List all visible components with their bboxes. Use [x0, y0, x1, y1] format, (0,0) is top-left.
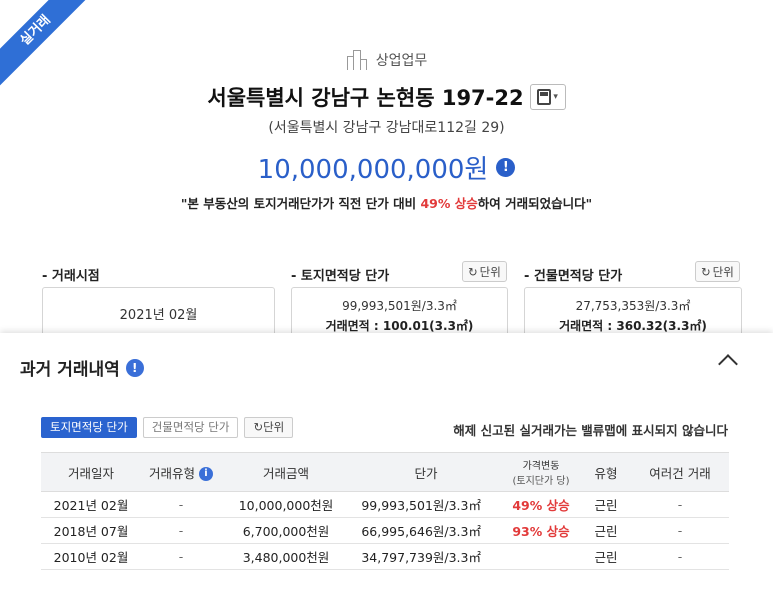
category-label: 상업업무 [375, 53, 428, 69]
cell-amount: 6,700,000천원 [221, 517, 351, 544]
col-date: 거래일자 [41, 452, 141, 492]
cell-multi: - [631, 517, 729, 544]
cell-amount: 10,000,000천원 [221, 491, 351, 518]
cell-kind: 근린 [581, 543, 631, 570]
road-address: (서울특별시 강남구 강남대로112길 29) [268, 120, 505, 136]
address-title: 서울특별시 강남구 논현동 197-22 [207, 86, 524, 110]
history-unit-button[interactable]: ↻단위 [244, 417, 294, 438]
col-trade-type-label: 거래유형 [148, 465, 195, 481]
cell-multi: - [631, 543, 729, 570]
trade-time-value: 2021년 02월 [119, 308, 198, 323]
land-unit-price: 99,993,501원/3.3㎡ [342, 299, 457, 313]
cell-multi: - [631, 491, 729, 518]
cell-type: - [141, 491, 221, 518]
history-title-row: 과거 거래내역 ! [20, 355, 144, 380]
col-multi: 여러건 거래 [631, 452, 729, 492]
cell-change: 93% 상승 [501, 517, 581, 544]
history-title: 과거 거래내역 [20, 360, 120, 380]
land-area: 거래면적 : 100.01(3.3㎡) [325, 319, 474, 333]
col-trade-type: 거래유형 i [141, 452, 221, 492]
col-price-change-sub: (토지단가 당) [512, 476, 570, 487]
col-kind: 유형 [581, 452, 631, 492]
table-header-row: 거래일자 거래유형 i 거래금액 단가 가격변동 (토지단가 당) 유형 여러건 … [41, 452, 729, 492]
land-unit-toggle-button[interactable]: ↻ 단위 [462, 261, 507, 282]
notice-suffix: 하여 거래되었습니다" [477, 196, 593, 211]
building-icon [346, 50, 368, 70]
category-row: 상업업무 [0, 50, 773, 70]
refresh-icon: ↻ [253, 420, 264, 434]
cell-date: 2018년 07월 [41, 517, 141, 544]
table-row[interactable]: 2018년 07월 - 6,700,000천원 66,995,646원/3.3㎡… [41, 517, 729, 544]
address-row: 서울특별시 강남구 논현동 197-22 ▾ [0, 82, 773, 112]
trade-price: 10,000,000,000원 [257, 155, 489, 185]
price-row: 10,000,000,000원 ! [0, 149, 773, 186]
calculator-icon [537, 89, 552, 105]
history-note: 해제 신고된 실거래가는 밸류맵에 표시되지 않습니다 [453, 423, 728, 438]
table-row[interactable]: 2021년 02월 - 10,000,000천원 99,993,501원/3.3… [41, 491, 729, 518]
unit-button-label: 단위 [712, 264, 734, 279]
notice-prefix: "본 부동산의 토지거래단가가 직전 단가 대비 [180, 196, 421, 211]
refresh-icon: ↻ [468, 264, 478, 279]
property-summary: 상업업무 서울특별시 강남구 논현동 197-22 ▾ (서울특별시 강남구 강… [0, 0, 773, 347]
cell-type: - [141, 543, 221, 570]
notice-highlight: 49% 상승 [420, 196, 478, 211]
cell-unit-price: 99,993,501원/3.3㎡ [351, 491, 501, 518]
col-price-change: 가격변동 (토지단가 당) [501, 452, 581, 492]
land-unit-label: - 토지면적당 단가 [291, 269, 390, 284]
cell-unit-price: 66,995,646원/3.3㎡ [351, 517, 501, 544]
col-unit-price: 단가 [351, 452, 501, 492]
cell-type: - [141, 517, 221, 544]
building-unit-price: 27,753,353원/3.3㎡ [575, 299, 691, 313]
history-info-icon[interactable]: ! [125, 358, 144, 377]
cell-kind: 근린 [581, 491, 631, 518]
trade-type-info-icon[interactable]: i [199, 467, 213, 481]
cell-unit-price: 34,797,739원/3.3㎡ [351, 543, 501, 570]
table-row[interactable]: 2010년 02월 - 3,480,000천원 34,797,739원/3.3㎡… [41, 543, 729, 570]
cell-kind: 근린 [581, 517, 631, 544]
building-area: 거래면적 : 360.32(3.3㎡) [559, 319, 707, 333]
cell-change: 49% 상승 [501, 491, 581, 518]
cell-date: 2021년 02월 [41, 491, 141, 518]
tab-building-unit-price[interactable]: 건물면적당 단가 [142, 417, 239, 438]
unit-button-label: 단위 [263, 420, 285, 434]
dropdown-caret-icon: ▾ [553, 92, 558, 102]
trade-time-label: - 거래시점 [42, 269, 100, 284]
history-table: 거래일자 거래유형 i 거래금액 단가 가격변동 (토지단가 당) 유형 여러건 … [41, 452, 729, 570]
cell-change [501, 543, 581, 570]
price-info-icon[interactable]: ! [496, 158, 516, 177]
unit-button-label: 단위 [479, 264, 501, 279]
price-change-notice: "본 부동산의 토지거래단가가 직전 단가 대비 49% 상승하여 거래되었습니… [0, 193, 773, 212]
col-amount: 거래금액 [221, 452, 351, 492]
building-unit-label: - 건물면적당 단가 [524, 269, 623, 284]
cell-date: 2010년 02월 [41, 543, 141, 570]
history-tabs: 토지면적당 단가 건물면적당 단가 ↻단위 [41, 417, 294, 438]
building-unit-toggle-button[interactable]: ↻ 단위 [695, 261, 740, 282]
refresh-icon: ↻ [701, 264, 711, 279]
cell-amount: 3,480,000천원 [221, 543, 351, 570]
collapse-chevron-icon[interactable] [718, 354, 738, 374]
history-panel: 과거 거래내역 ! 토지면적당 단가 건물면적당 단가 ↻단위 해제 신고된 실… [0, 333, 773, 589]
col-price-change-label: 가격변동 [522, 461, 560, 472]
calculator-button[interactable]: ▾ [529, 84, 566, 110]
tab-land-unit-price[interactable]: 토지면적당 단가 [41, 417, 137, 438]
